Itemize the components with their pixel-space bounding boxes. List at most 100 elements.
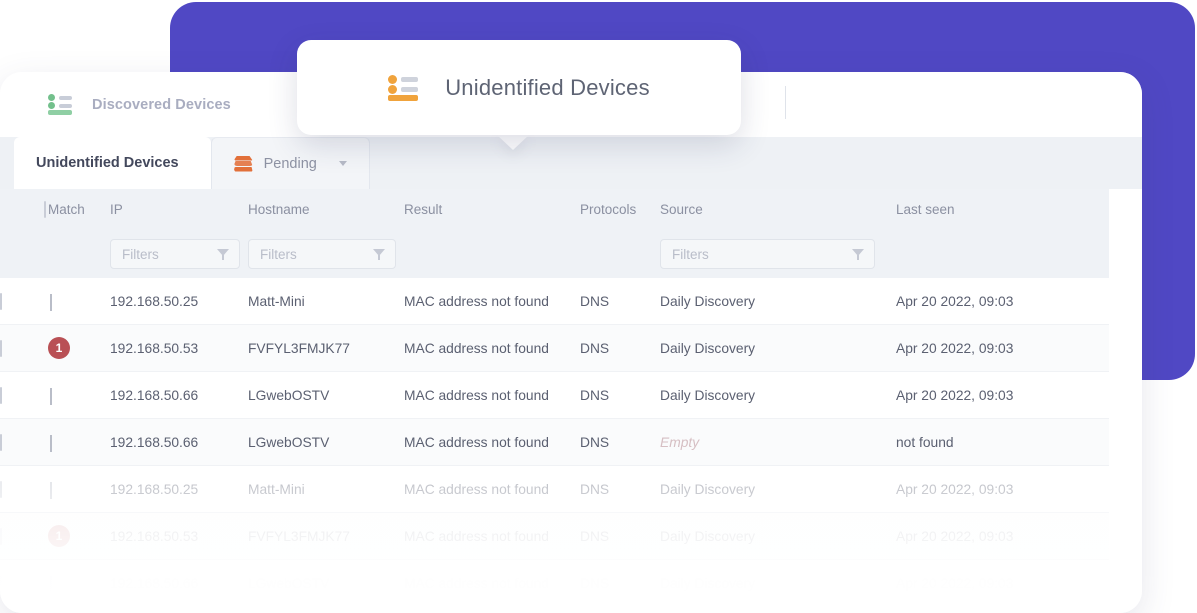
filter-input-source[interactable]: Filters — [660, 239, 875, 269]
table-row[interactable]: 192.168.50.25 Matt-MiniMAC address not fo… — [0, 466, 1109, 513]
match-cell: 1 — [48, 513, 110, 560]
ip-cell-value: 192.168.50.25 — [110, 482, 198, 497]
column-header-hostname[interactable]: Hostname — [248, 189, 404, 230]
filter-input-hostname[interactable]: Filters — [248, 239, 396, 269]
protocols-cell-value: DNS — [580, 529, 609, 544]
last-seen-cell: Apr 20 2022, 09:03 — [896, 513, 1109, 560]
column-header-source[interactable]: Source — [660, 189, 896, 230]
app-body: Unidentified Devices Pending — [0, 137, 1142, 613]
column-header-ip[interactable]: IP — [110, 189, 248, 230]
column-header-match[interactable]: Match — [48, 189, 110, 230]
protocols-cell-value: DNS — [580, 482, 609, 497]
source-cell-value: Daily Discovery — [660, 341, 755, 356]
ip-cell-value: 192.168.50.25 — [110, 294, 198, 309]
filter-icon[interactable] — [852, 249, 864, 260]
source-cell-value: Daily Discovery — [660, 576, 755, 591]
protocols-cell-value: DNS — [580, 294, 609, 309]
table-row[interactable]: 192.168.50.66LGwebOSTVMAC address not fo… — [0, 419, 1109, 466]
source-cell: Empty — [660, 419, 896, 466]
ip-cell: 192.168.50.53 — [110, 325, 248, 372]
check-icon — [50, 482, 52, 499]
hostname-cell-value: Matt-Mini — [248, 294, 305, 309]
tab-pending[interactable]: Pending — [211, 137, 370, 189]
row-checkbox[interactable] — [0, 528, 2, 545]
tab-label: Unidentified Devices — [36, 155, 179, 171]
table-row[interactable]: 192.168.50.25 Matt-Mini MAC address not fo… — [0, 278, 1109, 325]
filter-input-ip[interactable]: Filters — [110, 239, 240, 269]
row-select-cell — [0, 466, 48, 513]
select-all-checkbox[interactable] — [44, 201, 46, 218]
result-cell: MAC address not found — [404, 466, 580, 513]
row-checkbox[interactable] — [0, 293, 2, 310]
row-select-cell — [0, 325, 48, 372]
row-checkbox[interactable] — [0, 434, 2, 451]
hostname-cell-value: LGwebOSTV — [248, 576, 329, 591]
chevron-down-icon[interactable] — [339, 161, 347, 166]
hostname-cell-value: FVFYL3FMJK77 — [248, 341, 350, 356]
protocols-cell-value: DNS — [580, 576, 609, 591]
last-seen-cell-value: Apr 20 2022, 09:03 — [896, 341, 1013, 356]
hostname-cell: Matt-Mini — [248, 466, 404, 513]
ip-cell: 192.168.50.53 — [110, 513, 248, 560]
last-seen-cell-value: Apr 20 2022, 09:03 — [896, 294, 1013, 309]
table-header-row: Match IP Hostname Result Protocols Sourc… — [0, 189, 1109, 230]
hostname-cell-value: LGwebOSTV — [248, 388, 329, 403]
source-cell-value: Daily Discovery — [660, 529, 755, 544]
source-cell-value: Empty — [660, 435, 699, 450]
filter-cell-empty-1 — [0, 230, 48, 278]
header-divider — [785, 86, 786, 119]
filter-cell-empty-2 — [48, 230, 110, 278]
result-cell-value: MAC address not found — [404, 294, 549, 309]
source-cell: Daily Discovery — [660, 372, 896, 419]
source-cell-value: Daily Discovery — [660, 388, 755, 403]
table-row[interactable]: 192.168.50.66LGwebOSTVMAC address not fo… — [0, 372, 1109, 419]
match-cell — [48, 466, 110, 513]
match-cell — [48, 372, 110, 419]
tab-unidentified-devices[interactable]: Unidentified Devices — [14, 137, 211, 189]
filter-placeholder: Filters — [260, 247, 297, 262]
result-cell-value: MAC address not found — [404, 576, 549, 591]
protocols-cell: DNS — [580, 278, 660, 325]
protocols-cell-value: DNS — [580, 341, 609, 356]
table-row[interactable]: 192.168.50.66 LGwebOSTV MAC address not fo… — [0, 560, 1109, 607]
result-cell: MAC address not found — [404, 325, 580, 372]
row-checkbox[interactable] — [0, 481, 2, 498]
ip-cell-value: 192.168.50.66 — [110, 388, 198, 403]
tab-strip: Unidentified Devices Pending — [0, 137, 1142, 189]
column-header-result[interactable]: Result — [404, 189, 580, 230]
last-seen-cell-value: not found — [896, 435, 954, 450]
source-cell: Daily Discovery — [660, 560, 896, 607]
layers-icon — [234, 156, 253, 172]
ip-cell-value: 192.168.50.66 — [110, 435, 198, 450]
filter-icon[interactable] — [217, 249, 229, 260]
match-cell — [48, 560, 110, 607]
table-body: 192.168.50.25Matt-MiniMAC address not fo… — [0, 278, 1109, 607]
row-checkbox[interactable] — [0, 575, 2, 592]
filter-placeholder: Filters — [672, 247, 709, 262]
ip-cell: 192.168.50.25 — [110, 278, 248, 325]
result-cell-value: MAC address not found — [404, 435, 549, 450]
match-count-badge[interactable]: 1 — [48, 337, 70, 359]
select-all-header-cell — [0, 189, 48, 230]
protocols-cell: DNS — [580, 513, 660, 560]
ip-cell-value: 192.168.50.66 — [110, 576, 198, 591]
last-seen-cell: Apr 20 2022, 09:03 — [896, 560, 1109, 607]
filter-cell-empty-5 — [896, 230, 1109, 278]
row-checkbox[interactable] — [0, 387, 2, 404]
page-title: Discovered Devices — [92, 97, 231, 113]
check-icon — [50, 388, 52, 405]
ip-cell-value: 192.168.50.53 — [110, 341, 198, 356]
table-row[interactable]: 1192.168.50.53FVFYL3FMJK77MAC address no… — [0, 513, 1109, 560]
table-row[interactable]: 1 192.168.50.53 FVFYL3FMJK77 MAC address no… — [0, 325, 1109, 372]
ip-cell: 192.168.50.66 — [110, 419, 248, 466]
match-count-badge[interactable]: 1 — [48, 525, 70, 547]
source-cell-value: Daily Discovery — [660, 294, 755, 309]
row-checkbox[interactable] — [0, 340, 2, 357]
source-cell: Daily Discovery — [660, 513, 896, 560]
filter-icon[interactable] — [373, 249, 385, 260]
ip-cell: 192.168.50.25 — [110, 466, 248, 513]
unidentified-devices-popup: Unidentified Devices — [297, 40, 741, 135]
column-header-last-seen[interactable]: Last seen — [896, 189, 1109, 230]
column-header-protocols[interactable]: Protocols — [580, 189, 660, 230]
last-seen-cell: not found — [896, 419, 1109, 466]
